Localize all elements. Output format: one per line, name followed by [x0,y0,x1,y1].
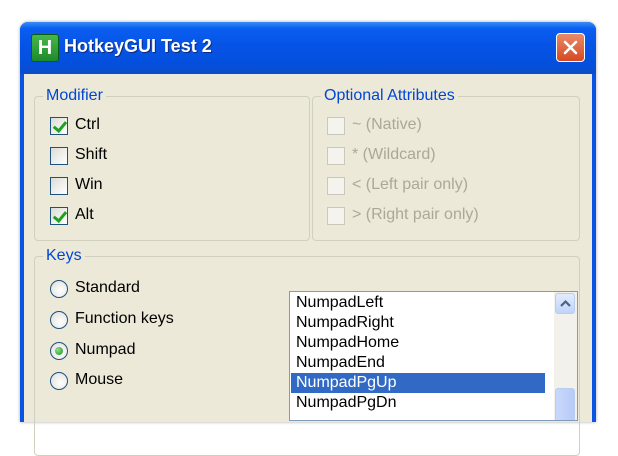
standard-label: Standard [75,279,140,296]
native-check-box[interactable] [327,117,345,135]
chevron-up-icon [560,299,571,307]
scroll-thumb[interactable] [555,388,575,420]
app-window: H HotkeyGUI Test 2 Modifier Ctrl Shift W… [20,22,596,456]
optional-attributes-group: Optional Attributes ~ (Native) * (Wildca… [312,87,580,241]
app-icon: H [31,34,59,62]
numpad-radio-button[interactable] [50,342,68,360]
close-button[interactable] [556,33,585,62]
window-title: HotkeyGUI Test 2 [64,36,212,56]
list-item[interactable]: NumpadRight [291,313,545,333]
standard-radio-button[interactable] [50,280,68,298]
keys-group: Keys Standard Function keys Numpad Mouse… [34,247,580,456]
ctrl-check-box[interactable] [50,117,68,135]
list-item[interactable]: NumpadLeft [291,293,545,313]
client-area: Modifier Ctrl Shift Win Alt Optional Att… [24,74,592,456]
vertical-scrollbar[interactable] [554,292,577,420]
win-check-box[interactable] [50,177,68,195]
alt-label: Alt [75,206,94,223]
right-pair-label: > (Right pair only) [352,206,479,223]
numpad-label: Numpad [75,341,136,358]
close-icon [563,40,578,55]
wildcard-check-box[interactable] [327,147,345,165]
key-listbox[interactable]: NumpadLeft NumpadRight NumpadHome Numpad… [289,291,578,421]
list-item[interactable]: NumpadPgDn [291,393,545,413]
function-keys-label: Function keys [75,310,174,327]
list-item[interactable]: NumpadHome [291,333,545,353]
shift-label: Shift [75,146,108,163]
left-pair-check-box[interactable] [327,177,345,195]
modifier-group: Modifier Ctrl Shift Win Alt [34,87,310,241]
function-keys-radio-button[interactable] [50,311,68,329]
mouse-label: Mouse [75,371,124,388]
wildcard-label: * (Wildcard) [352,146,436,163]
title-bar[interactable]: H HotkeyGUI Test 2 [20,22,596,74]
right-pair-check-box[interactable] [327,207,345,225]
scroll-up-button[interactable] [555,293,575,314]
alt-check-box[interactable] [50,207,68,225]
native-label: ~ (Native) [352,116,422,133]
keys-group-title: Keys [43,247,85,265]
optional-attributes-title: Optional Attributes [321,87,458,105]
list-item[interactable]: NumpadEnd [291,353,545,373]
ctrl-label: Ctrl [75,116,100,133]
list-item[interactable]: NumpadPgUp [291,373,545,393]
win-label: Win [75,176,103,193]
mouse-radio-button[interactable] [50,372,68,390]
left-pair-label: < (Left pair only) [352,176,469,193]
modifier-group-title: Modifier [43,87,106,105]
shift-check-box[interactable] [50,147,68,165]
